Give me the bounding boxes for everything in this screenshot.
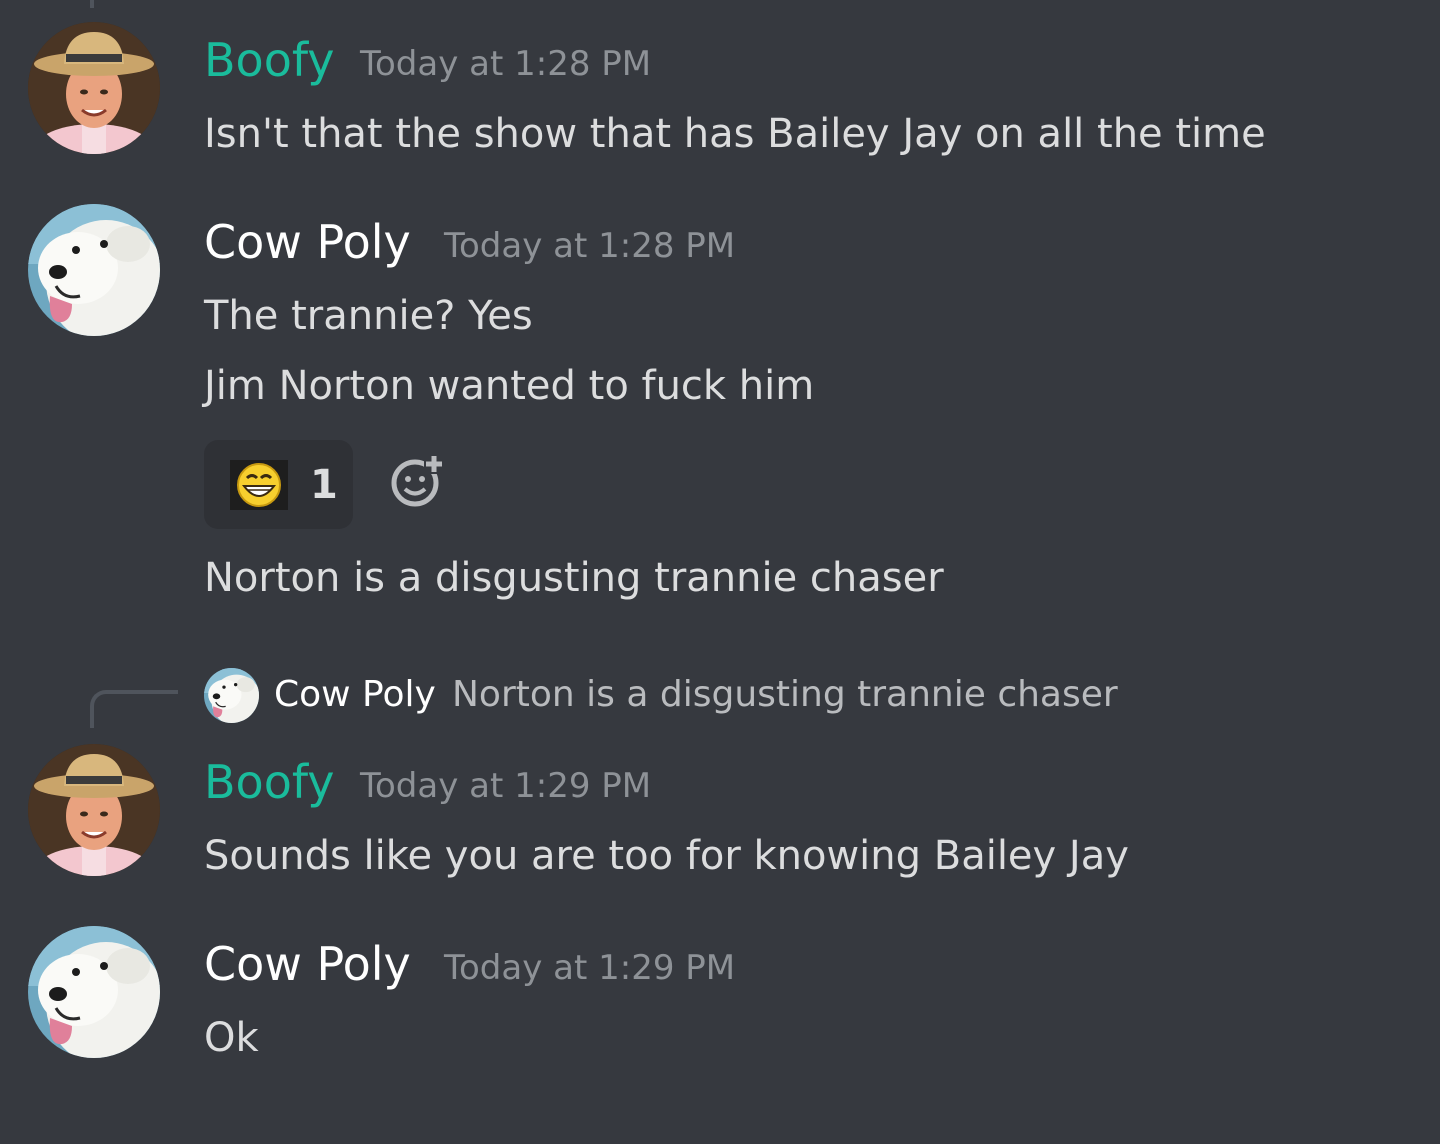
white-dog-avatar-icon [28,926,160,1058]
add-reaction-icon[interactable] [388,452,446,510]
message-timestamp: Today at 1:29 PM [360,766,652,806]
avatar[interactable] [28,744,160,876]
avatar[interactable] [28,204,160,336]
avatar[interactable] [28,22,160,154]
grinning-face-emoji-icon [230,460,288,510]
username-cowpoly[interactable]: Cow Poly [204,214,411,270]
message-text: Sounds like you are too for knowing Bail… [204,833,1129,879]
username-boofy[interactable]: Boofy [204,754,334,810]
message-timestamp: Today at 1:29 PM [444,948,736,988]
message-text: The trannie? Yes [204,293,533,339]
white-dog-avatar-icon [204,668,259,723]
message-timestamp: Today at 1:28 PM [444,226,736,266]
reply-connector-top [90,0,94,8]
reaction-count: 1 [310,462,338,508]
reply-avatar[interactable] [204,668,259,723]
reaction-button[interactable]: 1 [204,440,353,529]
reply-author[interactable]: Cow Poly [274,672,436,718]
username-boofy[interactable]: Boofy [204,32,334,88]
message-timestamp: Today at 1:28 PM [360,44,652,84]
message-text: Norton is a disgusting trannie chaser [204,555,944,601]
chat-messages: Boofy Today at 1:28 PM Isn't that the sh… [0,0,1440,1144]
message-text: Jim Norton wanted to fuck him [204,363,815,409]
reply-preview-text[interactable]: Norton is a disgusting trannie chaser [452,672,1118,718]
man-straw-hat-avatar-icon [28,744,160,876]
reply-connector [90,690,178,728]
username-cowpoly[interactable]: Cow Poly [204,936,411,992]
man-straw-hat-avatar-icon [28,22,160,154]
message-text: Ok [204,1015,259,1061]
white-dog-avatar-icon [28,204,160,336]
avatar[interactable] [28,926,160,1058]
message-text: Isn't that the show that has Bailey Jay … [204,111,1266,157]
